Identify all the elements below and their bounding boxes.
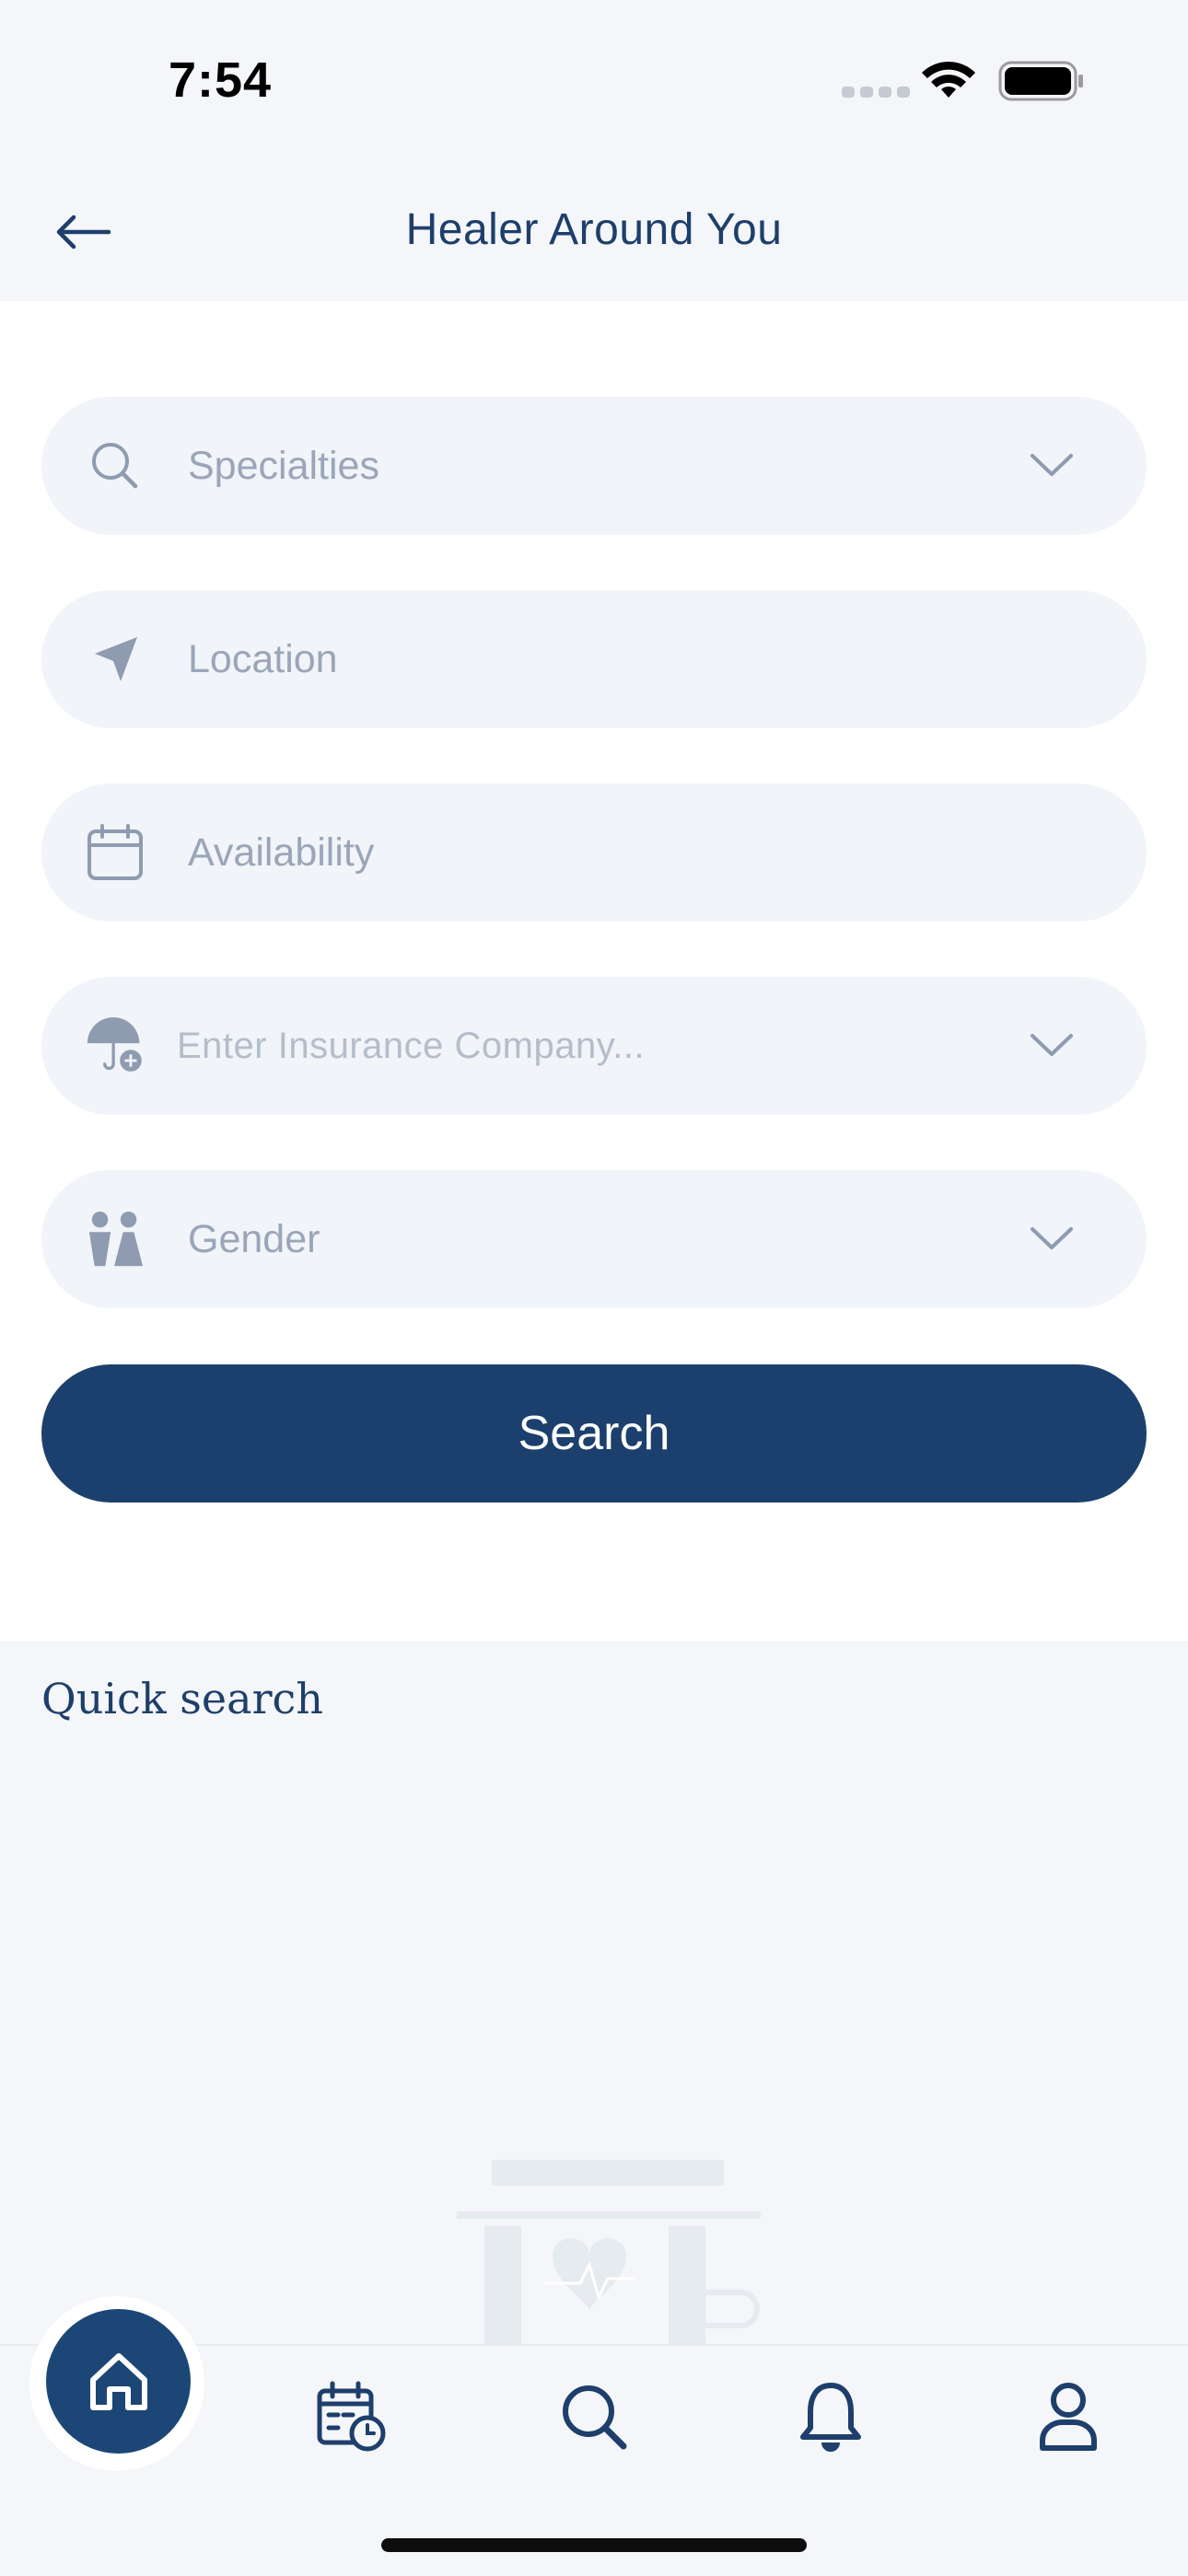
insurance-company-dropdown[interactable]: Enter Insurance Company...: [41, 977, 1147, 1115]
calendar-clock-icon: [317, 2381, 386, 2452]
chevron-down-icon: [1031, 1034, 1073, 1056]
quick-search-title: Quick search: [41, 1674, 323, 1723]
home-indicator: [381, 2538, 807, 2552]
status-bar: 7:54: [0, 0, 1188, 157]
gender-icon: [86, 1210, 145, 1269]
search-button[interactable]: Search: [41, 1364, 1147, 1503]
location-input[interactable]: Location: [41, 590, 1147, 728]
gender-placeholder: Gender: [188, 1217, 320, 1261]
battery-icon: [998, 61, 1083, 101]
wifi-icon: [922, 61, 975, 98]
gender-dropdown[interactable]: Gender: [41, 1170, 1147, 1308]
status-time: 7:54: [169, 52, 273, 108]
location-arrow-icon: [86, 630, 145, 689]
tab-notifications[interactable]: [794, 2380, 868, 2454]
specialties-dropdown[interactable]: Specialties: [41, 397, 1147, 535]
calendar-icon: [86, 823, 145, 882]
umbrella-heart-icon: [86, 1016, 145, 1075]
chevron-down-icon: [1031, 454, 1073, 476]
clinic-illustration: [457, 2160, 761, 2348]
chevron-down-icon: [1031, 1227, 1073, 1249]
cellular-signal-icon: [842, 87, 910, 98]
insurance-company-placeholder: Enter Insurance Company...: [177, 1026, 646, 1066]
location-placeholder: Location: [188, 637, 338, 681]
tab-appointments[interactable]: [316, 2380, 390, 2454]
tab-home[interactable]: [46, 2309, 191, 2454]
user-icon: [1040, 2383, 1097, 2451]
availability-placeholder: Availability: [188, 830, 375, 875]
page-title: Healer Around You: [405, 205, 783, 254]
tab-profile[interactable]: [1031, 2380, 1105, 2454]
bell-icon: [800, 2383, 861, 2452]
search-icon: [86, 436, 145, 495]
availability-input[interactable]: Availability: [41, 783, 1147, 922]
tab-search[interactable]: [557, 2380, 631, 2454]
specialties-placeholder: Specialties: [188, 444, 379, 488]
search-icon: [563, 2385, 627, 2450]
home-icon: [89, 2352, 147, 2410]
